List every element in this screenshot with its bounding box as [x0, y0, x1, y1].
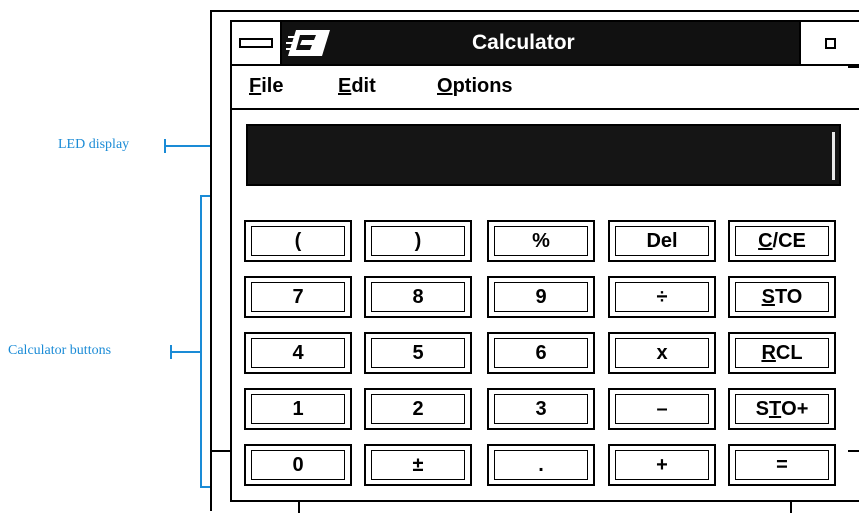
button-label: 5	[412, 341, 424, 364]
button-label: =	[776, 453, 788, 476]
button-label: ÷	[656, 285, 668, 308]
calculator-window: Calculator File Edit Options ( ) % Del C…	[210, 10, 859, 513]
calculator-buttons-callout-tick	[170, 345, 172, 359]
button-subtract[interactable]: –	[608, 388, 716, 430]
maximize-icon	[824, 37, 836, 49]
button-6[interactable]: 6	[487, 332, 595, 374]
button-clear[interactable]: C/CE	[728, 220, 836, 262]
button-label: 8	[412, 285, 424, 308]
window-frame-corner-left	[298, 500, 300, 513]
button-label: Del	[646, 229, 678, 252]
menu-file-accel: F	[249, 75, 262, 97]
led-display-callout: LED display	[58, 137, 130, 152]
button-2[interactable]: 2	[364, 388, 472, 430]
menu-options[interactable]: Options	[437, 75, 513, 98]
button-label: –	[656, 397, 668, 420]
led-display	[246, 124, 841, 186]
window-bottom-border	[230, 500, 859, 502]
button-label: 7	[292, 285, 304, 308]
title-bar: Calculator	[230, 20, 859, 66]
calculator-app-icon	[282, 22, 336, 64]
button-label: ±	[412, 453, 424, 476]
system-menu-icon	[239, 38, 273, 48]
calculator-buttons-callout-line	[170, 351, 200, 353]
button-label: 6	[535, 341, 547, 364]
system-menu-button[interactable]	[232, 22, 282, 64]
button-5[interactable]: 5	[364, 332, 472, 374]
calculator-buttons-bracket	[200, 195, 202, 488]
button-accel: T	[768, 397, 782, 420]
button-4[interactable]: 4	[244, 332, 352, 374]
button-decimal[interactable]: .	[487, 444, 595, 486]
button-7[interactable]: 7	[244, 276, 352, 318]
button-9[interactable]: 9	[487, 276, 595, 318]
window-title: Calculator	[472, 31, 575, 54]
button-recall[interactable]: RCL	[728, 332, 836, 374]
calculator-buttons-callout: Calculator buttons	[8, 343, 112, 358]
button-label: 1	[292, 397, 304, 420]
button-store[interactable]: STO	[728, 276, 836, 318]
menu-edit-label: dit	[351, 75, 376, 97]
menu-options-accel: O	[437, 75, 453, 97]
window-frame-top-right	[848, 66, 859, 68]
button-accel: C	[758, 229, 773, 252]
button-label: 3	[535, 397, 547, 420]
button-plus-minus[interactable]: ±	[364, 444, 472, 486]
button-label: 2	[412, 397, 424, 420]
button-label-rest: O+	[781, 397, 809, 420]
button-3[interactable]: 3	[487, 388, 595, 430]
button-0[interactable]: 0	[244, 444, 352, 486]
button-del[interactable]: Del	[608, 220, 716, 262]
button-label: .	[538, 453, 544, 476]
button-label-rest: TO	[774, 285, 803, 308]
display-cursor	[832, 132, 835, 180]
button-label: 9	[535, 285, 547, 308]
maximize-button[interactable]	[799, 22, 859, 64]
button-label-rest: CL	[775, 341, 803, 364]
button-close-paren[interactable]: )	[364, 220, 472, 262]
button-open-paren[interactable]: (	[244, 220, 352, 262]
button-label: %	[532, 229, 550, 252]
menu-bar: File Edit Options	[230, 66, 859, 110]
button-divide[interactable]: ÷	[608, 276, 716, 318]
button-label: STO	[762, 286, 803, 309]
button-label: x	[656, 341, 668, 364]
menu-file-label: ile	[261, 75, 284, 97]
button-1[interactable]: 1	[244, 388, 352, 430]
button-percent[interactable]: %	[487, 220, 595, 262]
menu-edit[interactable]: Edit	[338, 75, 376, 98]
button-label-rest: /CE	[772, 229, 806, 252]
button-label: RCL	[761, 342, 802, 365]
button-label: STO+	[756, 398, 809, 421]
menu-edit-accel: E	[338, 75, 352, 97]
window-frame-corner-right	[790, 500, 792, 513]
button-accel: S	[761, 285, 775, 308]
button-8[interactable]: 8	[364, 276, 472, 318]
button-label-pre: S	[755, 397, 769, 420]
button-label: (	[294, 229, 302, 252]
title-bar-caption: Calculator	[282, 22, 799, 64]
menu-options-label: ptions	[452, 75, 513, 97]
window-frame-side-left	[212, 450, 230, 452]
button-accel: R	[761, 341, 776, 364]
button-multiply[interactable]: x	[608, 332, 716, 374]
window-frame-side-right	[848, 450, 859, 452]
button-label: C/CE	[758, 230, 806, 253]
button-label: 0	[292, 453, 304, 476]
button-label: 4	[292, 341, 304, 364]
led-display-callout-tick	[164, 139, 166, 153]
button-add[interactable]: +	[608, 444, 716, 486]
button-label: )	[414, 229, 422, 252]
button-store-add[interactable]: STO+	[728, 388, 836, 430]
menu-file[interactable]: File	[249, 75, 283, 98]
button-equals[interactable]: =	[728, 444, 836, 486]
button-label: +	[656, 453, 668, 476]
calculator-body: ( ) % Del C/CE 7 8 9 ÷ STO 4 5 6 x RCL 1…	[230, 110, 859, 502]
